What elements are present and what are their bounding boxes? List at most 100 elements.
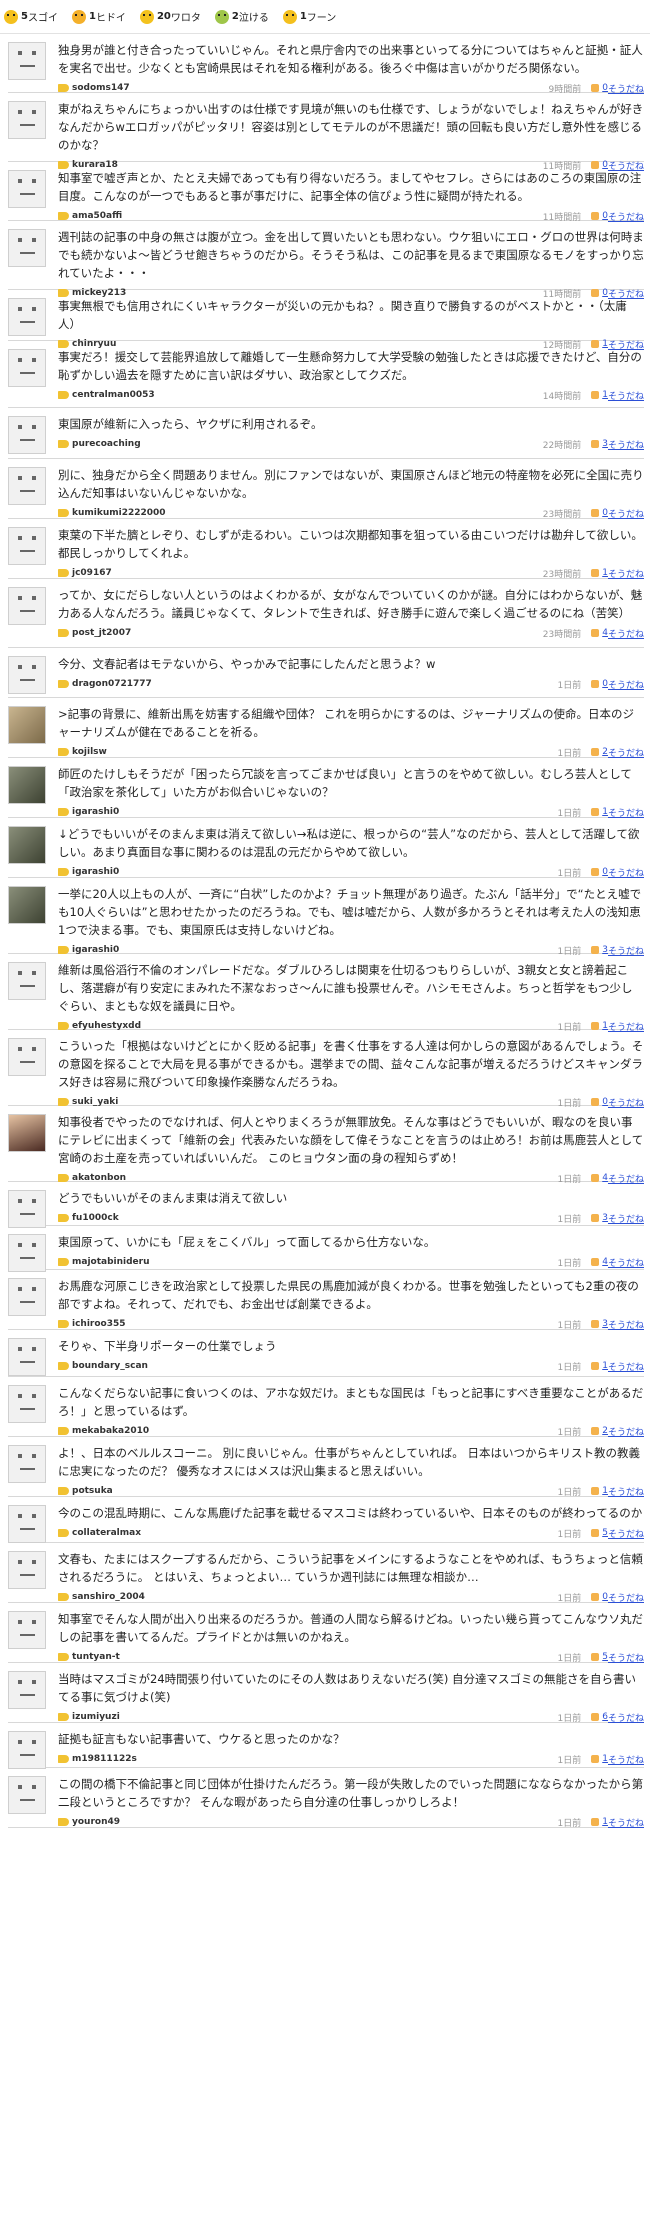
avatar[interactable] bbox=[8, 42, 46, 80]
avatar[interactable] bbox=[8, 1611, 46, 1649]
reaction-2[interactable]: 20 ワロタ bbox=[139, 9, 201, 24]
like-button[interactable]: 3 そうだね bbox=[591, 944, 644, 957]
author-name[interactable]: m19811122s bbox=[72, 1754, 137, 1764]
like-button[interactable]: 5 そうだね bbox=[591, 1527, 644, 1540]
like-button[interactable]: 1 そうだね bbox=[591, 806, 644, 819]
author-name[interactable]: mekabaka2010 bbox=[72, 1426, 149, 1436]
comment-author[interactable]: fu1000ck bbox=[58, 1213, 119, 1223]
comment-author[interactable]: igarashi0 bbox=[58, 945, 119, 955]
avatar[interactable] bbox=[8, 1731, 46, 1769]
avatar[interactable] bbox=[8, 1385, 46, 1423]
avatar[interactable] bbox=[8, 706, 46, 744]
like-button[interactable]: 4 そうだね bbox=[591, 627, 644, 640]
avatar[interactable] bbox=[8, 1671, 46, 1709]
avatar[interactable] bbox=[8, 1505, 46, 1543]
comment-author[interactable]: suki_yaki bbox=[58, 1097, 118, 1107]
comment-author[interactable]: akatonbon bbox=[58, 1173, 126, 1183]
comment-author[interactable]: centralman0053 bbox=[58, 390, 155, 400]
avatar[interactable] bbox=[8, 1190, 46, 1228]
avatar[interactable] bbox=[8, 886, 46, 924]
comment-author[interactable]: sodoms147 bbox=[58, 83, 130, 93]
comment-author[interactable]: post_jt2007 bbox=[58, 628, 131, 638]
author-name[interactable]: purecoaching bbox=[72, 439, 141, 449]
avatar[interactable] bbox=[8, 1278, 46, 1316]
comment-author[interactable]: igarashi0 bbox=[58, 807, 119, 817]
like-button[interactable]: 1 そうだね bbox=[591, 1485, 644, 1498]
avatar[interactable] bbox=[8, 962, 46, 1000]
like-button[interactable]: 0 そうだね bbox=[591, 1096, 644, 1109]
comment-author[interactable]: boundary_scan bbox=[58, 1361, 148, 1371]
avatar[interactable] bbox=[8, 1234, 46, 1272]
like-button[interactable]: 3 そうだね bbox=[591, 1212, 644, 1225]
reaction-3[interactable]: 2 泣ける bbox=[214, 9, 269, 24]
like-button[interactable]: 0 そうだね bbox=[591, 507, 644, 520]
like-button[interactable]: 5 そうだね bbox=[591, 1651, 644, 1664]
avatar[interactable] bbox=[8, 1114, 46, 1152]
author-name[interactable]: efyuhestyxdd bbox=[72, 1021, 141, 1031]
comment-author[interactable]: ama50affi bbox=[58, 211, 122, 221]
author-name[interactable]: fu1000ck bbox=[72, 1213, 119, 1223]
like-button[interactable]: 2 そうだね bbox=[591, 1425, 644, 1438]
comment-author[interactable]: izumiyuzi bbox=[58, 1712, 120, 1722]
author-name[interactable]: boundary_scan bbox=[72, 1361, 148, 1371]
author-name[interactable]: sanshiro_2004 bbox=[72, 1592, 145, 1602]
author-name[interactable]: suki_yaki bbox=[72, 1097, 118, 1107]
comment-author[interactable]: kojilsw bbox=[58, 747, 107, 757]
comment-author[interactable]: m19811122s bbox=[58, 1754, 137, 1764]
avatar[interactable] bbox=[8, 170, 46, 208]
avatar[interactable] bbox=[8, 1338, 46, 1376]
comment-author[interactable]: sanshiro_2004 bbox=[58, 1592, 145, 1602]
author-name[interactable]: izumiyuzi bbox=[72, 1712, 120, 1722]
avatar[interactable] bbox=[8, 1038, 46, 1076]
author-name[interactable]: potsuka bbox=[72, 1486, 113, 1496]
like-button[interactable]: 2 そうだね bbox=[591, 746, 644, 759]
avatar[interactable] bbox=[8, 656, 46, 694]
like-button[interactable]: 3 そうだね bbox=[591, 438, 644, 451]
like-button[interactable]: 0 そうだね bbox=[591, 82, 644, 95]
author-name[interactable]: kumikumi2222000 bbox=[72, 508, 166, 518]
like-button[interactable]: 0 そうだね bbox=[591, 678, 644, 691]
avatar[interactable] bbox=[8, 298, 46, 336]
avatar[interactable] bbox=[8, 101, 46, 139]
author-name[interactable]: dragon0721777 bbox=[72, 679, 152, 689]
author-name[interactable]: ichiroo355 bbox=[72, 1319, 126, 1329]
avatar[interactable] bbox=[8, 527, 46, 565]
comment-author[interactable]: majotabinideru bbox=[58, 1257, 150, 1267]
avatar[interactable] bbox=[8, 826, 46, 864]
comment-author[interactable]: purecoaching bbox=[58, 439, 141, 449]
author-name[interactable]: tuntyan-t bbox=[72, 1652, 120, 1662]
like-button[interactable]: 1 そうだね bbox=[591, 1816, 644, 1829]
like-button[interactable]: 6 そうだね bbox=[591, 1711, 644, 1724]
like-button[interactable]: 4 そうだね bbox=[591, 1256, 644, 1269]
like-button[interactable]: 0 そうだね bbox=[591, 866, 644, 879]
author-name[interactable]: igarashi0 bbox=[72, 945, 119, 955]
author-name[interactable]: post_jt2007 bbox=[72, 628, 131, 638]
like-button[interactable]: 0 そうだね bbox=[591, 210, 644, 223]
like-button[interactable]: 1 そうだね bbox=[591, 1020, 644, 1033]
avatar[interactable] bbox=[8, 766, 46, 804]
author-name[interactable]: ama50affi bbox=[72, 211, 122, 221]
like-button[interactable]: 1 そうだね bbox=[591, 567, 644, 580]
avatar[interactable] bbox=[8, 467, 46, 505]
comment-author[interactable]: collateralmax bbox=[58, 1528, 141, 1538]
avatar[interactable] bbox=[8, 1551, 46, 1589]
comment-author[interactable]: tuntyan-t bbox=[58, 1652, 120, 1662]
author-name[interactable]: youron49 bbox=[72, 1817, 120, 1827]
comment-author[interactable]: efyuhestyxdd bbox=[58, 1021, 141, 1031]
author-name[interactable]: majotabinideru bbox=[72, 1257, 150, 1267]
author-name[interactable]: igarashi0 bbox=[72, 807, 119, 817]
avatar[interactable] bbox=[8, 229, 46, 267]
avatar[interactable] bbox=[8, 587, 46, 625]
comment-author[interactable]: ichiroo355 bbox=[58, 1319, 126, 1329]
reaction-1[interactable]: 1 ヒドイ bbox=[71, 9, 126, 24]
avatar[interactable] bbox=[8, 1445, 46, 1483]
author-name[interactable]: jc09167 bbox=[72, 568, 112, 578]
comment-author[interactable]: jc09167 bbox=[58, 568, 112, 578]
comment-author[interactable]: youron49 bbox=[58, 1817, 120, 1827]
comment-author[interactable]: potsuka bbox=[58, 1486, 113, 1496]
like-button[interactable]: 1 そうだね bbox=[591, 1360, 644, 1373]
reaction-4[interactable]: 1 フーン bbox=[282, 9, 336, 24]
author-name[interactable]: centralman0053 bbox=[72, 390, 155, 400]
comment-author[interactable]: dragon0721777 bbox=[58, 679, 152, 689]
avatar[interactable] bbox=[8, 349, 46, 387]
